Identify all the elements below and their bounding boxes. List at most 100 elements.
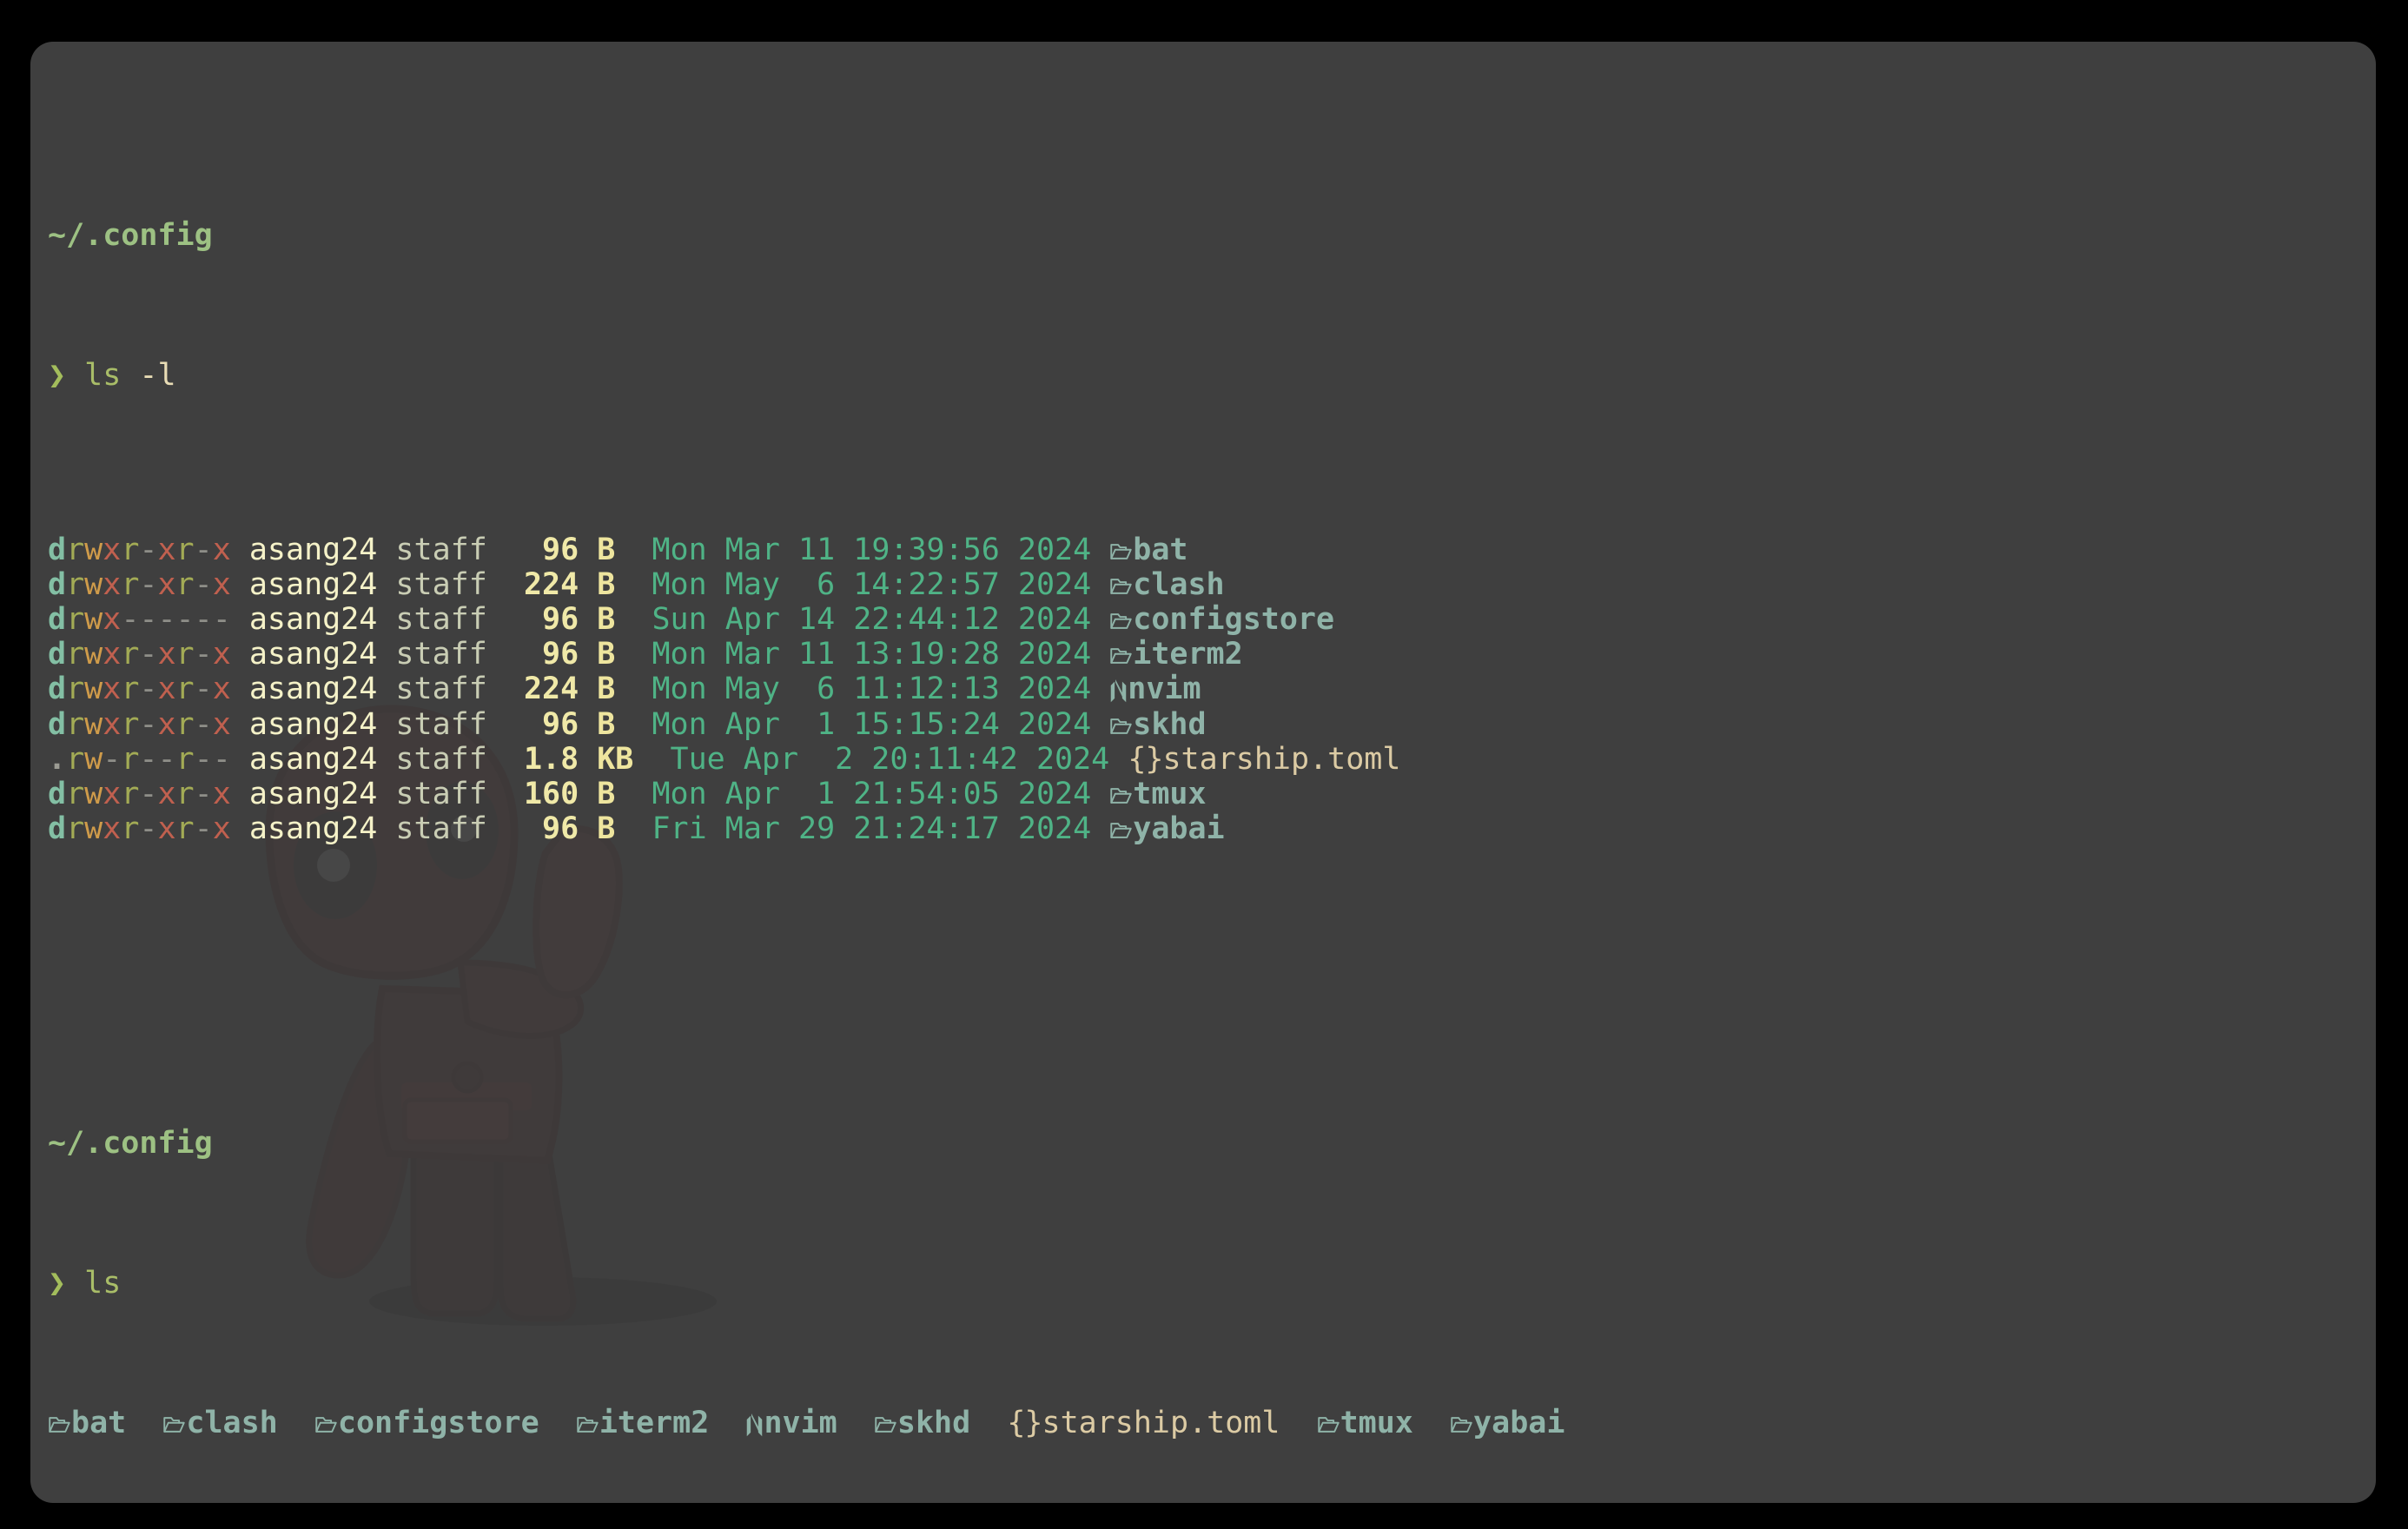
perm-char: r: [66, 741, 85, 777]
owner-group: staff: [377, 566, 487, 602]
perm-char: d: [48, 532, 67, 567]
owner-group: staff: [377, 532, 487, 567]
file-size-unit: B: [579, 672, 616, 707]
perm-char: r: [66, 637, 85, 672]
entry-name[interactable]: iterm2: [599, 1406, 709, 1440]
entry-name[interactable]: skhd: [1133, 707, 1206, 742]
entry-name[interactable]: starship.toml: [1042, 1406, 1280, 1440]
list-item[interactable]: yabai: [1450, 1406, 1565, 1440]
perm-char: x: [103, 637, 122, 672]
entry-name[interactable]: configstore: [1133, 602, 1334, 637]
perm-char: x: [157, 532, 176, 567]
list-item[interactable]: bat: [48, 1406, 126, 1440]
perm-char: w: [84, 811, 103, 847]
permissions: drwxr-xr-x: [48, 533, 231, 567]
entry-gap: [709, 1406, 745, 1440]
folder-icon: [1110, 823, 1132, 838]
owner-user: asang24: [230, 811, 378, 847]
perm-char: -: [139, 672, 158, 707]
entry-name[interactable]: clash: [1133, 567, 1224, 602]
perm-char: x: [212, 672, 231, 707]
list-item[interactable]: skhd: [874, 1406, 970, 1440]
perm-char: x: [212, 566, 231, 602]
perm-char: d: [48, 811, 67, 847]
entry-name[interactable]: clash: [186, 1406, 277, 1440]
owner-user: asang24: [230, 566, 378, 602]
entry-icon: [1091, 777, 1133, 811]
command-line-1[interactable]: ❯ ls -l: [48, 358, 2376, 393]
entry-name[interactable]: tmux: [1133, 777, 1206, 811]
owner-user: asang24: [230, 601, 378, 637]
terminal-output[interactable]: ~/.config ❯ ls -l drwxr-xr-x asang24 sta…: [39, 50, 2376, 1503]
entry-name[interactable]: configstore: [338, 1406, 539, 1440]
folder-icon: [163, 1416, 186, 1433]
entry-name[interactable]: iterm2: [1133, 637, 1242, 672]
perm-char: r: [66, 706, 85, 742]
perm-char: r: [121, 811, 140, 847]
command-flag-sep: [121, 358, 139, 393]
table-row[interactable]: drwxr-xr-x asang24 staff 96 B Fri Mar 29…: [48, 811, 2376, 846]
perm-char: -: [157, 601, 176, 637]
table-row[interactable]: drwxr-xr-x asang24 staff 224 B Mon May 6…: [48, 567, 2376, 602]
perm-char: r: [175, 566, 195, 602]
folder-icon: [577, 1416, 599, 1433]
table-row[interactable]: .rw-r--r-- asang24 staff 1.8 KB Tue Apr …: [48, 742, 2376, 777]
table-row[interactable]: drwxr-xr-x asang24 staff 96 B Mon Mar 11…: [48, 637, 2376, 672]
perm-char: r: [175, 637, 195, 672]
list-item[interactable]: nvim: [745, 1406, 837, 1440]
perm-char: -: [103, 741, 122, 777]
list-item[interactable]: iterm2: [576, 1406, 709, 1440]
file-size-unit: B: [579, 811, 616, 847]
prompt-path: ~/.config: [48, 217, 213, 253]
entry-name[interactable]: bat: [71, 1406, 126, 1440]
list-item[interactable]: clash: [162, 1406, 278, 1440]
entry-icon: [745, 1406, 764, 1440]
command-line-2[interactable]: ❯ ls: [48, 1266, 2376, 1301]
entry-name[interactable]: bat: [1133, 533, 1187, 567]
terminal-window[interactable]: ~/.config ❯ ls -l drwxr-xr-x asang24 sta…: [30, 42, 2376, 1503]
entry-icon: [1091, 567, 1133, 602]
perm-char: -: [194, 811, 213, 847]
permissions: drwxr-xr-x: [48, 672, 231, 706]
folder-icon: [1110, 613, 1132, 629]
entry-name[interactable]: yabai: [1133, 811, 1224, 846]
perm-char: x: [212, 706, 231, 742]
entry-name[interactable]: nvim: [1128, 672, 1201, 706]
folder-icon: [1110, 578, 1132, 594]
prompt-path: ~/.config: [48, 1125, 213, 1161]
perm-char: -: [157, 741, 176, 777]
desktop: ~/.config ❯ ls -l drwxr-xr-x asang24 sta…: [0, 0, 2408, 1529]
table-row[interactable]: drwxr-xr-x asang24 staff 160 B Mon Apr 1…: [48, 777, 2376, 811]
perm-char: -: [139, 637, 158, 672]
neovim-icon: [1111, 679, 1127, 703]
entry-name[interactable]: starship.toml: [1162, 742, 1400, 777]
perm-char: d: [48, 672, 67, 707]
perm-char: d: [48, 706, 67, 742]
table-row[interactable]: drwx------ asang24 staff 96 B Sun Apr 14…: [48, 602, 2376, 637]
entry-name[interactable]: skhd: [897, 1406, 970, 1440]
file-size-unit: B: [579, 532, 616, 567]
list-item[interactable]: tmux: [1317, 1406, 1413, 1440]
perm-char: .: [48, 741, 67, 777]
entry-gap: [126, 1406, 162, 1440]
entry-gap: [970, 1406, 1007, 1440]
list-item[interactable]: configstore: [314, 1406, 539, 1440]
entry-icon: [1091, 602, 1133, 637]
perm-char: w: [84, 532, 103, 567]
table-row[interactable]: drwxr-xr-x asang24 staff 224 B Mon May 6…: [48, 672, 2376, 706]
folder-icon: [1451, 1416, 1472, 1433]
list-item[interactable]: {}starship.toml: [1007, 1406, 1280, 1440]
owner-group: staff: [377, 706, 487, 742]
perm-char: -: [212, 741, 231, 777]
perm-char: -: [139, 706, 158, 742]
entry-name[interactable]: nvim: [764, 1406, 837, 1440]
owner-user: asang24: [230, 706, 378, 742]
table-row[interactable]: drwxr-xr-x asang24 staff 96 B Mon Mar 11…: [48, 533, 2376, 567]
entry-name[interactable]: yabai: [1473, 1406, 1565, 1440]
perm-char: r: [66, 776, 85, 811]
table-row[interactable]: drwxr-xr-x asang24 staff 96 B Mon Apr 1 …: [48, 707, 2376, 742]
perm-char: -: [194, 566, 213, 602]
entry-name[interactable]: tmux: [1340, 1406, 1413, 1440]
owner-group: staff: [377, 811, 487, 847]
